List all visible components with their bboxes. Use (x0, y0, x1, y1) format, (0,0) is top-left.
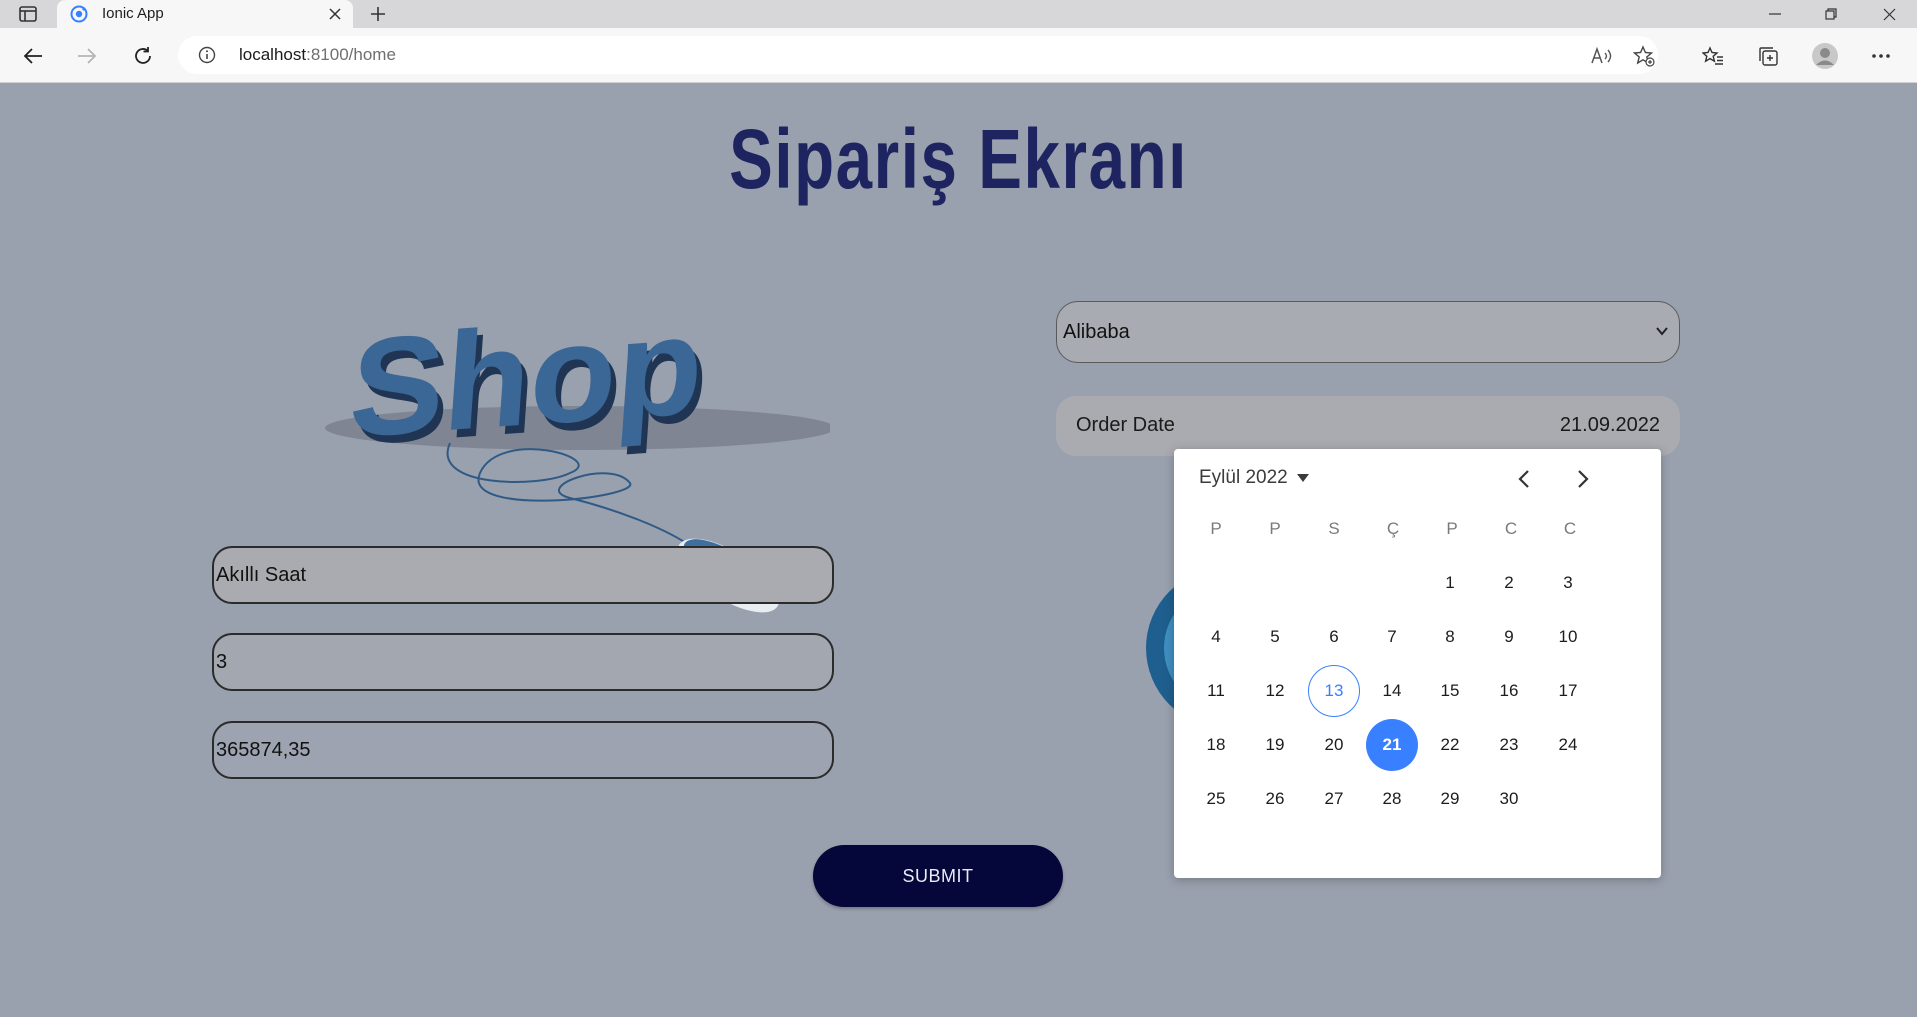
calendar-day[interactable]: 19 (1249, 719, 1301, 771)
minimize-icon[interactable] (1747, 0, 1803, 28)
calendar-day[interactable]: 18 (1190, 719, 1242, 771)
restore-icon[interactable] (1803, 0, 1859, 28)
chevron-down-icon (1656, 327, 1668, 336)
order-date-label: Order Date (1076, 414, 1175, 436)
calendar-day[interactable]: 29 (1424, 773, 1476, 825)
supplier-select[interactable]: Alibaba (1056, 301, 1680, 363)
quantity-value: 3 (216, 650, 228, 673)
url-text[interactable]: localhost:8100/home (239, 45, 396, 65)
calendar-day[interactable]: 10 (1542, 611, 1594, 663)
weekday-header: P (1446, 519, 1458, 538)
tab-title: Ionic App (102, 5, 164, 22)
browser-tab-bar: Ionic App (0, 0, 1917, 28)
calendar-day[interactable]: 24 (1542, 719, 1594, 771)
calendar-day[interactable]: 3 (1542, 557, 1594, 609)
date-picker-popover: Eylül 2022 P P S Ç P C C 1 2 3 4 5 6 7 8… (1174, 449, 1661, 878)
add-favorite-icon[interactable] (1633, 45, 1655, 67)
calendar-day[interactable]: 2 (1483, 557, 1535, 609)
calendar-day[interactable]: 17 (1542, 665, 1594, 717)
submit-button[interactable]: SUBMIT (813, 845, 1063, 907)
calendar-day[interactable]: 23 (1483, 719, 1535, 771)
profile-avatar-icon[interactable] (1810, 41, 1840, 71)
close-window-icon[interactable] (1861, 0, 1917, 28)
browser-tab[interactable]: Ionic App (57, 0, 353, 28)
calendar-day[interactable]: 12 (1249, 665, 1301, 717)
month-year-selector[interactable]: Eylül 2022 (1199, 467, 1310, 489)
calendar-day[interactable]: 16 (1483, 665, 1535, 717)
url-path: :8100/home (306, 45, 396, 64)
month-year-label: Eylül 2022 (1199, 467, 1288, 488)
tab-actions-icon[interactable] (14, 3, 42, 25)
calendar-day[interactable]: 22 (1424, 719, 1476, 771)
calendar-day[interactable]: 8 (1424, 611, 1476, 663)
calendar-day[interactable]: 11 (1190, 665, 1242, 717)
calendar-day[interactable]: 4 (1190, 611, 1242, 663)
calendar-day[interactable]: 6 (1308, 611, 1360, 663)
caret-down-icon (1296, 474, 1309, 482)
favorites-icon[interactable] (1698, 41, 1728, 71)
supplier-select-value: Alibaba (1063, 320, 1130, 343)
previous-month-chevron-icon[interactable] (1510, 465, 1538, 493)
more-options-icon[interactable] (1866, 41, 1896, 71)
calendar-day[interactable]: 28 (1366, 773, 1418, 825)
order-date-field[interactable]: Order Date 21.09.2022 (1056, 396, 1680, 456)
ionic-favicon-icon (70, 5, 88, 23)
page-title: Sipariş Ekranı (729, 112, 1188, 206)
tab-close-icon[interactable] (325, 4, 345, 24)
order-date-value: 21.09.2022 (1559, 414, 1660, 436)
weekday-header: C (1504, 519, 1518, 538)
weekday-header: P (1210, 519, 1222, 538)
calendar-day[interactable]: 7 (1366, 611, 1418, 663)
next-month-chevron-icon[interactable] (1569, 465, 1597, 493)
collections-icon[interactable] (1753, 41, 1783, 71)
calendar-day[interactable]: 5 (1249, 611, 1301, 663)
product-name-value: Akıllı Saat (216, 563, 307, 586)
calendar-day[interactable]: 9 (1483, 611, 1535, 663)
price-value: 365874,35 (216, 738, 311, 761)
forward-arrow-icon[interactable] (72, 41, 102, 71)
calendar-day-today[interactable]: 13 (1308, 665, 1360, 717)
calendar-day[interactable]: 15 (1424, 665, 1476, 717)
new-tab-icon[interactable] (366, 3, 390, 25)
product-name-input[interactable]: Akıllı Saat (212, 546, 834, 604)
calendar-day[interactable]: 20 (1308, 719, 1360, 771)
read-aloud-icon[interactable] (1591, 45, 1613, 67)
url-host: localhost (239, 45, 307, 64)
calendar-day[interactable]: 25 (1190, 773, 1242, 825)
weekday-header: S (1328, 519, 1340, 538)
reload-icon[interactable] (128, 41, 158, 71)
calendar-day[interactable]: 1 (1424, 557, 1476, 609)
quantity-input[interactable]: 3 (212, 633, 834, 691)
weekday-header: Ç (1386, 519, 1400, 538)
weekday-header: P (1269, 519, 1281, 538)
calendar-day[interactable]: 14 (1366, 665, 1418, 717)
weekday-header: C (1563, 519, 1577, 538)
price-input[interactable]: 365874,35 (212, 721, 834, 779)
calendar-day[interactable]: 30 (1483, 773, 1535, 825)
back-arrow-icon[interactable] (18, 41, 48, 71)
shop-logo-text: Shop (345, 286, 708, 466)
site-info-icon[interactable] (198, 46, 216, 64)
browser-toolbar: localhost:8100/home (0, 28, 1917, 83)
calendar-day[interactable]: 26 (1249, 773, 1301, 825)
address-bar[interactable]: localhost:8100/home (178, 36, 1658, 74)
calendar-day-selected[interactable]: 21 (1366, 719, 1418, 771)
calendar-day[interactable]: 27 (1308, 773, 1360, 825)
